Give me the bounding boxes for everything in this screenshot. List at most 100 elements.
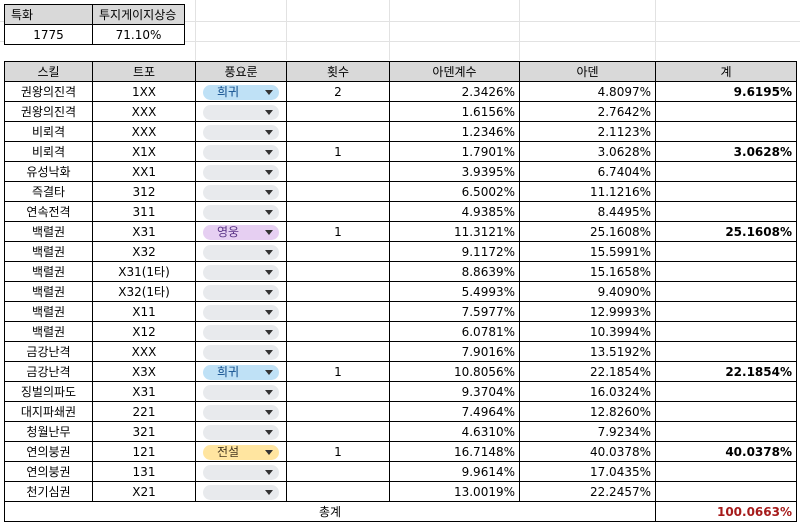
tripod-cell[interactable]: 221 xyxy=(92,401,196,422)
count-cell[interactable] xyxy=(286,181,390,202)
tripod-cell[interactable]: X12 xyxy=(92,321,196,342)
sum-cell[interactable]: 22.1854% xyxy=(655,361,797,382)
sum-cell[interactable] xyxy=(655,321,797,342)
rune-cell[interactable] xyxy=(195,381,287,402)
rune-dropdown[interactable] xyxy=(203,404,279,420)
rune-cell[interactable] xyxy=(195,241,287,262)
tripod-cell[interactable]: X32(1타) xyxy=(92,281,196,302)
skill-cell[interactable]: 청월난무 xyxy=(4,421,93,442)
aden-cell[interactable]: 10.3994% xyxy=(519,321,656,342)
tripod-cell[interactable]: X3X xyxy=(92,361,196,382)
rune-dropdown[interactable] xyxy=(203,384,279,400)
coef-cell[interactable]: 7.5977% xyxy=(389,301,520,322)
coef-cell[interactable]: 8.8639% xyxy=(389,261,520,282)
coef-cell[interactable]: 4.9385% xyxy=(389,201,520,222)
skill-cell[interactable]: 연의붕권 xyxy=(4,441,93,462)
coef-cell[interactable]: 9.1172% xyxy=(389,241,520,262)
rune-dropdown[interactable] xyxy=(203,464,279,480)
sum-cell[interactable] xyxy=(655,201,797,222)
rune-cell[interactable] xyxy=(195,101,287,122)
rune-dropdown[interactable] xyxy=(203,484,279,500)
skill-cell[interactable]: 백렬권 xyxy=(4,301,93,322)
aden-cell[interactable]: 15.5991% xyxy=(519,241,656,262)
rune-dropdown[interactable] xyxy=(203,244,279,260)
skill-cell[interactable]: 천기심권 xyxy=(4,481,93,502)
rune-cell[interactable] xyxy=(195,181,287,202)
coef-cell[interactable]: 1.6156% xyxy=(389,101,520,122)
sum-cell[interactable]: 40.0378% xyxy=(655,441,797,462)
tripod-cell[interactable]: 311 xyxy=(92,201,196,222)
skill-cell[interactable]: 비뢰격 xyxy=(4,141,93,162)
coef-cell[interactable]: 6.0781% xyxy=(389,321,520,342)
rune-dropdown[interactable] xyxy=(203,164,279,180)
sum-cell[interactable] xyxy=(655,301,797,322)
aden-cell[interactable]: 25.1608% xyxy=(519,221,656,242)
aden-cell[interactable]: 15.1658% xyxy=(519,261,656,282)
rune-cell[interactable] xyxy=(195,121,287,142)
count-cell[interactable] xyxy=(286,201,390,222)
sum-cell[interactable]: 9.6195% xyxy=(655,81,797,102)
tripod-cell[interactable]: 131 xyxy=(92,461,196,482)
rune-cell[interactable] xyxy=(195,261,287,282)
rune-cell[interactable] xyxy=(195,201,287,222)
skill-cell[interactable]: 백렬권 xyxy=(4,221,93,242)
skill-cell[interactable]: 비뢰격 xyxy=(4,121,93,142)
tripod-cell[interactable]: XX1 xyxy=(92,161,196,182)
coef-cell[interactable]: 2.3426% xyxy=(389,81,520,102)
column-header-count[interactable]: 횟수 xyxy=(286,61,390,82)
skill-cell[interactable]: 연속전격 xyxy=(4,201,93,222)
tripod-cell[interactable]: 312 xyxy=(92,181,196,202)
count-cell[interactable] xyxy=(286,241,390,262)
skill-cell[interactable]: 연의붕권 xyxy=(4,461,93,482)
rune-cell[interactable]: 희귀 xyxy=(195,81,287,102)
aden-cell[interactable]: 11.1216% xyxy=(519,181,656,202)
count-cell[interactable] xyxy=(286,161,390,182)
column-header-skill[interactable]: 스킬 xyxy=(4,61,93,82)
coef-cell[interactable]: 3.9395% xyxy=(389,161,520,182)
skill-cell[interactable]: 즉결타 xyxy=(4,181,93,202)
summary-header-cell[interactable]: 투지게이지상승 xyxy=(92,4,185,25)
rune-cell[interactable] xyxy=(195,341,287,362)
count-cell[interactable] xyxy=(286,101,390,122)
count-cell[interactable]: 1 xyxy=(286,141,390,162)
summary-value-cell[interactable]: 71.10% xyxy=(92,24,185,45)
aden-cell[interactable]: 6.7404% xyxy=(519,161,656,182)
coef-cell[interactable]: 9.3704% xyxy=(389,381,520,402)
sum-cell[interactable] xyxy=(655,101,797,122)
column-header-aden[interactable]: 아덴 xyxy=(519,61,656,82)
count-cell[interactable]: 1 xyxy=(286,221,390,242)
rune-dropdown[interactable] xyxy=(203,304,279,320)
coef-cell[interactable]: 4.6310% xyxy=(389,421,520,442)
rune-cell[interactable] xyxy=(195,461,287,482)
sum-cell[interactable] xyxy=(655,481,797,502)
rune-cell[interactable]: 희귀 xyxy=(195,361,287,382)
rune-cell[interactable] xyxy=(195,481,287,502)
aden-cell[interactable]: 2.7642% xyxy=(519,101,656,122)
coef-cell[interactable]: 9.9614% xyxy=(389,461,520,482)
coef-cell[interactable]: 11.3121% xyxy=(389,221,520,242)
coef-cell[interactable]: 6.5002% xyxy=(389,181,520,202)
skill-cell[interactable]: 금강난격 xyxy=(4,361,93,382)
skill-cell[interactable]: 백렬권 xyxy=(4,321,93,342)
coef-cell[interactable]: 16.7148% xyxy=(389,441,520,462)
tripod-cell[interactable]: 121 xyxy=(92,441,196,462)
aden-cell[interactable]: 3.0628% xyxy=(519,141,656,162)
aden-cell[interactable]: 16.0324% xyxy=(519,381,656,402)
sum-cell[interactable] xyxy=(655,421,797,442)
coef-cell[interactable]: 13.0019% xyxy=(389,481,520,502)
rune-cell[interactable]: 영웅 xyxy=(195,221,287,242)
rune-dropdown[interactable] xyxy=(203,144,279,160)
sum-cell[interactable] xyxy=(655,461,797,482)
aden-cell[interactable]: 8.4495% xyxy=(519,201,656,222)
aden-cell[interactable]: 40.0378% xyxy=(519,441,656,462)
aden-cell[interactable]: 12.9993% xyxy=(519,301,656,322)
count-cell[interactable] xyxy=(286,301,390,322)
sum-cell[interactable] xyxy=(655,381,797,402)
rune-cell[interactable] xyxy=(195,141,287,162)
skill-cell[interactable]: 백렬권 xyxy=(4,281,93,302)
rune-dropdown[interactable]: 전설 xyxy=(203,444,279,460)
skill-cell[interactable]: 백렬권 xyxy=(4,261,93,282)
count-cell[interactable]: 2 xyxy=(286,81,390,102)
aden-cell[interactable]: 9.4090% xyxy=(519,281,656,302)
skill-cell[interactable]: 유성낙화 xyxy=(4,161,93,182)
